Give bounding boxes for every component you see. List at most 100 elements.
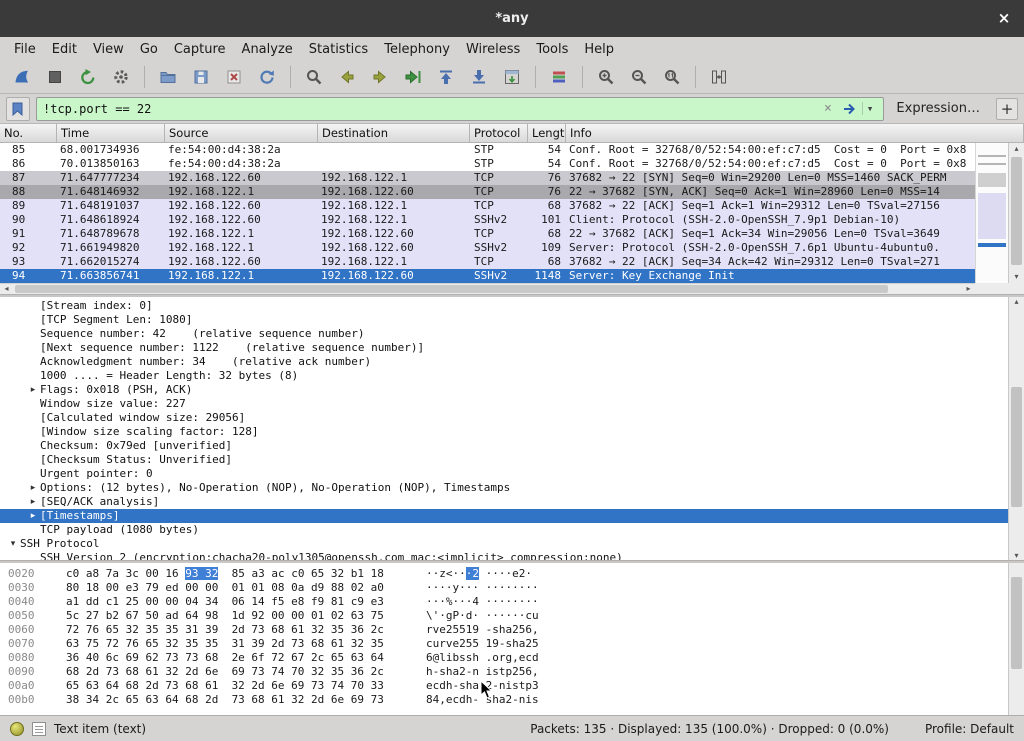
- packet-row[interactable]: 8971.648191037192.168.122.60192.168.122.…: [0, 199, 975, 213]
- detail-line[interactable]: Window size value: 227: [0, 397, 1008, 411]
- status-profile[interactable]: Profile: Default: [925, 722, 1014, 736]
- menu-item-help[interactable]: Help: [576, 39, 622, 60]
- column-header-length[interactable]: Length: [528, 124, 566, 142]
- expander-icon[interactable]: ▸: [26, 383, 40, 397]
- packet-list-minimap[interactable]: [975, 143, 1008, 283]
- expander-icon[interactable]: ▸: [26, 495, 40, 509]
- zoom-out-button[interactable]: [625, 64, 653, 90]
- detail-vscroll-thumb[interactable]: [1011, 387, 1022, 507]
- column-header-protocol[interactable]: Protocol: [470, 124, 528, 142]
- add-filter-button[interactable]: +: [996, 98, 1018, 120]
- stop-capture-button[interactable]: [41, 64, 69, 90]
- expander-icon[interactable]: ▸: [26, 481, 40, 495]
- hex-row[interactable]: 009068 2d 73 68 61 32 2d 6e 69 73 74 70 …: [0, 665, 1008, 679]
- reload-file-button[interactable]: [253, 64, 281, 90]
- detail-line[interactable]: ▸Options: (12 bytes), No-Operation (NOP)…: [0, 481, 1008, 495]
- auto-scroll-button[interactable]: [498, 64, 526, 90]
- packet-row[interactable]: 8670.013850163fe:54:00:d4:38:2aSTP54Conf…: [0, 157, 975, 171]
- detail-line[interactable]: [Checksum Status: Unverified]: [0, 453, 1008, 467]
- hex-row[interactable]: 007063 75 72 76 65 32 35 35 31 39 2d 73 …: [0, 637, 1008, 651]
- detail-line[interactable]: ▸Flags: 0x018 (PSH, ACK): [0, 383, 1008, 397]
- detail-line[interactable]: Acknowledgment number: 34 (relative ack …: [0, 355, 1008, 369]
- start-capture-button[interactable]: [8, 64, 36, 90]
- detail-line[interactable]: ▸[Timestamps]: [0, 509, 1008, 523]
- close-file-button[interactable]: [220, 64, 248, 90]
- menu-item-analyze[interactable]: Analyze: [234, 39, 301, 60]
- detail-line[interactable]: [Stream index: 0]: [0, 299, 1008, 313]
- vscroll-thumb[interactable]: [1011, 157, 1022, 265]
- menu-item-wireless[interactable]: Wireless: [458, 39, 528, 60]
- scroll-right-icon[interactable]: ▸: [962, 284, 975, 294]
- detail-line[interactable]: SSH Version 2 (encryption:chacha20-poly1…: [0, 551, 1008, 560]
- menu-item-file[interactable]: File: [6, 39, 44, 60]
- hex-row[interactable]: 00505c 27 b2 67 50 ad 64 98 1d 92 00 00 …: [0, 609, 1008, 623]
- expander-icon[interactable]: ▸: [26, 509, 40, 523]
- column-header-source[interactable]: Source: [165, 124, 318, 142]
- capture-options-button[interactable]: [107, 64, 135, 90]
- scroll-up-icon[interactable]: ▴: [1009, 297, 1024, 306]
- hex-row[interactable]: 00b038 34 2c 65 63 64 68 2d 73 68 61 32 …: [0, 693, 1008, 707]
- packet-row[interactable]: 9171.648789678192.168.122.1192.168.122.6…: [0, 227, 975, 241]
- hex-row[interactable]: 003080 18 00 e3 79 ed 00 00 01 01 08 0a …: [0, 581, 1008, 595]
- hex-row[interactable]: 008036 40 6c 69 62 73 73 68 2e 6f 72 67 …: [0, 651, 1008, 665]
- go-forward-button[interactable]: [366, 64, 394, 90]
- hex-row[interactable]: 0020c0 a8 7a 3c 00 16 93 32 85 a3 ac c0 …: [0, 567, 1008, 581]
- detail-line[interactable]: [Calculated window size: 29056]: [0, 411, 1008, 425]
- menu-item-edit[interactable]: Edit: [44, 39, 85, 60]
- menu-item-capture[interactable]: Capture: [166, 39, 234, 60]
- packet-row[interactable]: 8871.648146932192.168.122.1192.168.122.6…: [0, 185, 975, 199]
- packet-row[interactable]: 9071.648618924192.168.122.60192.168.122.…: [0, 213, 975, 227]
- packet-list-vscrollbar[interactable]: ▴ ▾: [1008, 143, 1024, 283]
- packet-row[interactable]: 8771.647777234192.168.122.60192.168.122.…: [0, 171, 975, 185]
- detail-vscrollbar[interactable]: ▴ ▾: [1008, 297, 1024, 560]
- scroll-up-icon[interactable]: ▴: [1009, 143, 1024, 155]
- filter-dropdown-icon[interactable]: ▾: [862, 102, 878, 115]
- packet-row[interactable]: 9371.662015274192.168.122.60192.168.122.…: [0, 255, 975, 269]
- apply-filter-icon[interactable]: [838, 101, 862, 117]
- menu-item-tools[interactable]: Tools: [528, 39, 576, 60]
- detail-line[interactable]: [Next sequence number: 1122 (relative se…: [0, 341, 1008, 355]
- save-file-button[interactable]: [187, 64, 215, 90]
- scroll-down-icon[interactable]: ▾: [1009, 551, 1024, 560]
- go-last-button[interactable]: [465, 64, 493, 90]
- zoom-original-button[interactable]: [658, 64, 686, 90]
- expander-icon[interactable]: ▾: [6, 537, 20, 551]
- menu-item-go[interactable]: Go: [132, 39, 166, 60]
- hex-row[interactable]: 0040a1 dd c1 25 00 00 04 34 06 14 f5 e8 …: [0, 595, 1008, 609]
- detail-line[interactable]: 1000 .... = Header Length: 32 bytes (8): [0, 369, 1008, 383]
- column-header-time[interactable]: Time: [57, 124, 165, 142]
- expert-info-icon[interactable]: [10, 722, 24, 736]
- bytes-vscrollbar[interactable]: [1008, 563, 1024, 715]
- packet-row[interactable]: 9471.663856741192.168.122.1192.168.122.6…: [0, 269, 975, 283]
- hscroll-track[interactable]: [13, 284, 962, 294]
- detail-line[interactable]: [TCP Segment Len: 1080]: [0, 313, 1008, 327]
- find-packet-button[interactable]: [300, 64, 328, 90]
- detail-line[interactable]: ▾SSH Protocol: [0, 537, 1008, 551]
- packet-row[interactable]: 8568.001734936fe:54:00:d4:38:2aSTP54Conf…: [0, 143, 975, 157]
- detail-line[interactable]: Urgent pointer: 0: [0, 467, 1008, 481]
- detail-line[interactable]: [Window size scaling factor: 128]: [0, 425, 1008, 439]
- colorize-button[interactable]: [545, 64, 573, 90]
- window-close-button[interactable]: ×: [994, 8, 1014, 28]
- column-header-no[interactable]: No.: [0, 124, 57, 142]
- hex-row[interactable]: 00a065 63 64 68 2d 73 68 61 32 2d 6e 69 …: [0, 679, 1008, 693]
- detail-line[interactable]: TCP payload (1080 bytes): [0, 523, 1008, 537]
- hex-row[interactable]: 006072 76 65 32 35 35 31 39 2d 73 68 61 …: [0, 623, 1008, 637]
- detail-line[interactable]: Checksum: 0x79ed [unverified]: [0, 439, 1008, 453]
- detail-line[interactable]: ▸[SEQ/ACK analysis]: [0, 495, 1008, 509]
- bytes-vscroll-thumb[interactable]: [1011, 577, 1022, 669]
- zoom-in-button[interactable]: [592, 64, 620, 90]
- menu-item-telephony[interactable]: Telephony: [376, 39, 458, 60]
- restart-capture-button[interactable]: [74, 64, 102, 90]
- resize-columns-button[interactable]: [705, 64, 733, 90]
- filter-bookmark-button[interactable]: [6, 97, 30, 121]
- hscroll-thumb[interactable]: [15, 285, 888, 293]
- scroll-down-icon[interactable]: ▾: [1009, 271, 1024, 283]
- detail-line[interactable]: Sequence number: 42 (relative sequence n…: [0, 327, 1008, 341]
- go-to-packet-button[interactable]: [399, 64, 427, 90]
- menu-item-statistics[interactable]: Statistics: [301, 39, 376, 60]
- column-header-destination[interactable]: Destination: [318, 124, 470, 142]
- menu-item-view[interactable]: View: [85, 39, 132, 60]
- capture-comment-icon[interactable]: [32, 722, 46, 736]
- packet-row[interactable]: 9271.661949820192.168.122.1192.168.122.6…: [0, 241, 975, 255]
